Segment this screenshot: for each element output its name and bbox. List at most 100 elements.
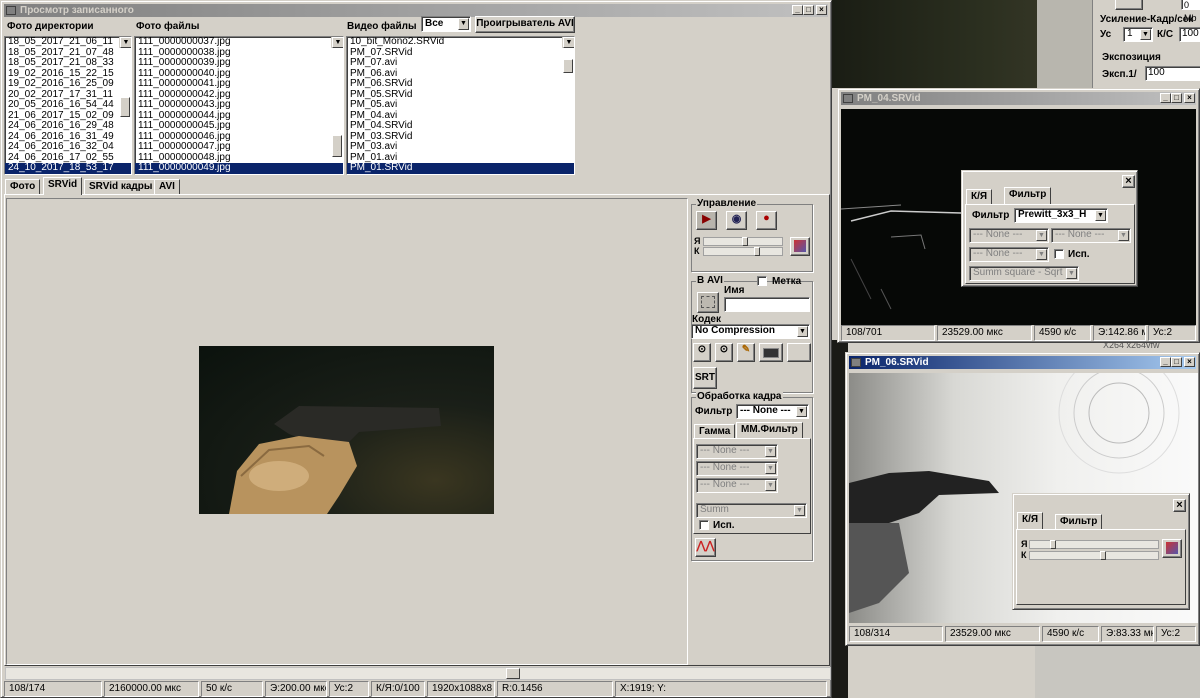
photo-list-item[interactable]: 111_0000000047.jpg xyxy=(138,141,343,153)
avi-film-button[interactable] xyxy=(759,343,783,362)
mm-filter-select-1[interactable]: --- None --- ▼ xyxy=(696,444,778,459)
spectrum-button[interactable]: ⋀⋀ xyxy=(695,538,716,557)
avi-blank-button[interactable] xyxy=(787,343,811,362)
photo-list-item[interactable]: 111_0000000045.jpg xyxy=(138,120,343,132)
filter-none-b[interactable]: --- None --- ▼ xyxy=(1051,228,1131,243)
tab-ky[interactable]: К/Я xyxy=(966,189,993,204)
scroll-down-icon[interactable]: ▼ xyxy=(332,37,343,48)
dir-list-scrollbar[interactable]: ▲ ▼ xyxy=(119,37,131,117)
contrast-slider[interactable] xyxy=(1029,551,1159,560)
photo-list-item[interactable]: 111_0000000039.jpg xyxy=(138,57,343,69)
us-select[interactable]: 1 ▼ xyxy=(1123,27,1153,42)
srt-button[interactable]: SRT xyxy=(693,367,717,389)
panel-icon-button[interactable] xyxy=(1115,0,1143,10)
dir-list-item[interactable]: 24_06_2016_16_32_04 xyxy=(8,141,131,153)
dir-list-item[interactable]: 18_05_2017_21_08_33 xyxy=(8,57,131,69)
tab-srvid[interactable]: SRVid xyxy=(43,177,83,195)
mark-checkbox[interactable] xyxy=(757,276,767,286)
processing-filter-select[interactable]: --- None --- ▼ xyxy=(736,404,809,419)
slider-thumb[interactable] xyxy=(742,237,748,246)
photo-list-item[interactable]: 111_0000000037.jpg xyxy=(138,37,343,48)
video-list-item[interactable]: PM_06.SRVid xyxy=(350,78,574,90)
video-list-item[interactable]: PM_01.SRVid xyxy=(347,162,574,174)
close-button[interactable]: × xyxy=(1122,175,1135,188)
contrast-slider[interactable] xyxy=(703,247,783,256)
dir-list-item[interactable]: 24_06_2016_16_29_48 xyxy=(8,120,131,132)
filter-none-a[interactable]: --- None --- ▼ xyxy=(969,228,1049,243)
codec-select[interactable]: No Compression ▼ xyxy=(691,324,810,339)
close-button[interactable]: × xyxy=(816,5,827,15)
avi-name-input[interactable] xyxy=(724,297,810,312)
avi-edit-button[interactable]: ✎ xyxy=(737,343,755,362)
ks-field[interactable]: 100 xyxy=(1179,27,1200,42)
tab-filter[interactable]: Фильтр xyxy=(1055,514,1103,529)
summ-select[interactable]: Summ ▼ xyxy=(696,503,807,518)
tab-avi[interactable]: AVI xyxy=(154,179,180,194)
photo-list-scrollbar[interactable]: ▲ ▼ xyxy=(331,37,343,157)
play-button[interactable]: ▶ xyxy=(696,211,717,230)
dir-list-item[interactable]: 19_02_2016_16_25_09 xyxy=(8,78,131,90)
filter-summ-select[interactable]: Summ square - Sqrt ▼ xyxy=(969,266,1079,281)
filter-none-c[interactable]: --- None --- ▼ xyxy=(969,247,1049,262)
scroll-thumb[interactable] xyxy=(120,97,130,117)
video-list[interactable]: 10_bit_Mono2.SRVid PM_07.SRVid PM_07.avi PM… xyxy=(346,36,575,175)
use-checkbox[interactable] xyxy=(699,520,709,530)
record-button[interactable]: ● xyxy=(756,211,777,230)
brightness-slider[interactable] xyxy=(703,237,783,246)
tab-ky[interactable]: К/Я xyxy=(1017,512,1044,530)
histogram-button[interactable] xyxy=(1162,539,1182,558)
video-list-item[interactable]: 10_bit_Mono2.SRVid xyxy=(350,37,574,48)
video-list-scrollbar[interactable]: ▲ ▼ xyxy=(562,37,574,73)
brightness-slider[interactable] xyxy=(1029,540,1159,549)
dir-list-item[interactable]: 18_05_2017_21_06_11 xyxy=(8,37,131,48)
close-button[interactable]: × xyxy=(1184,357,1195,367)
filter-use-checkbox[interactable] xyxy=(1054,249,1064,259)
maximize-button[interactable]: □ xyxy=(1171,357,1182,367)
maximize-button[interactable]: □ xyxy=(803,5,814,15)
close-button[interactable]: × xyxy=(1184,93,1195,103)
photo-list-item[interactable]: 111_0000000041.jpg xyxy=(138,78,343,90)
video-list-item[interactable]: PM_04.SRVid xyxy=(350,120,574,132)
histogram-button[interactable] xyxy=(790,237,810,256)
minimize-button[interactable]: _ xyxy=(1160,93,1171,103)
video-list-item[interactable]: PM_05.avi xyxy=(350,99,574,111)
exp-field[interactable]: 100 xyxy=(1145,66,1200,81)
photo-list-item[interactable]: 111_0000000043.jpg xyxy=(138,99,343,111)
dir-list-item[interactable]: 24_10_2017_18_53_17 xyxy=(5,162,131,174)
dir-list-item[interactable]: 20_05_2016_16_54_44 xyxy=(8,99,131,111)
photo-list-item[interactable]: 111_0000000049.jpg xyxy=(135,162,343,174)
tab-mm-filter[interactable]: ММ.Фильтр xyxy=(736,422,803,439)
minimize-button[interactable]: _ xyxy=(1160,357,1171,367)
camera-button[interactable]: ◉ xyxy=(726,211,747,230)
tab-photo[interactable]: Фото xyxy=(5,179,41,194)
tab-gamma[interactable]: Гамма xyxy=(694,424,736,438)
slider-thumb[interactable] xyxy=(1100,551,1106,560)
video-list-item[interactable]: PM_03.avi xyxy=(350,141,574,153)
avi-forward-button[interactable]: ⊙ xyxy=(693,343,711,362)
avi-frames-button[interactable] xyxy=(697,292,719,313)
dir-list[interactable]: 18_05_2017_21_06_11 18_05_2017_21_07_48 18… xyxy=(4,36,132,175)
minimize-button[interactable]: _ xyxy=(792,5,803,15)
mm-filter-select-3[interactable]: --- None --- ▼ xyxy=(696,478,778,493)
mm-filter-select-2[interactable]: --- None --- ▼ xyxy=(696,461,778,476)
slider-thumb[interactable] xyxy=(754,247,760,256)
tab-srvid-frames[interactable]: SRVid кадры xyxy=(84,179,158,194)
k-label: К xyxy=(694,246,700,256)
filter-select[interactable]: Prewitt_3x3_H ▼ xyxy=(1014,208,1108,223)
tab-filter[interactable]: Фильтр xyxy=(1004,187,1052,205)
slider-thumb[interactable] xyxy=(1050,540,1056,549)
frame-scrollbar[interactable] xyxy=(5,667,831,680)
scroll-down-icon[interactable]: ▼ xyxy=(120,37,131,48)
avi-player-button[interactable]: Проигрыватель AVI xyxy=(475,16,575,33)
panel-top-field[interactable]: 0 Mb xyxy=(1181,0,1200,23)
avi-back-button[interactable]: ⊙ xyxy=(715,343,733,362)
scroll-down-icon[interactable]: ▼ xyxy=(563,37,574,48)
scroll-thumb[interactable] xyxy=(563,59,573,73)
scroll-thumb[interactable] xyxy=(332,135,342,157)
frame-scroll-thumb[interactable] xyxy=(506,668,520,679)
close-button[interactable]: × xyxy=(1173,499,1186,512)
maximize-button[interactable]: □ xyxy=(1171,93,1182,103)
video-filter-select[interactable]: Все ▼ xyxy=(421,16,471,32)
photo-list[interactable]: 111_0000000037.jpg 111_0000000038.jpg 111_… xyxy=(134,36,344,175)
video-list-item[interactable]: PM_07.avi xyxy=(350,57,574,69)
